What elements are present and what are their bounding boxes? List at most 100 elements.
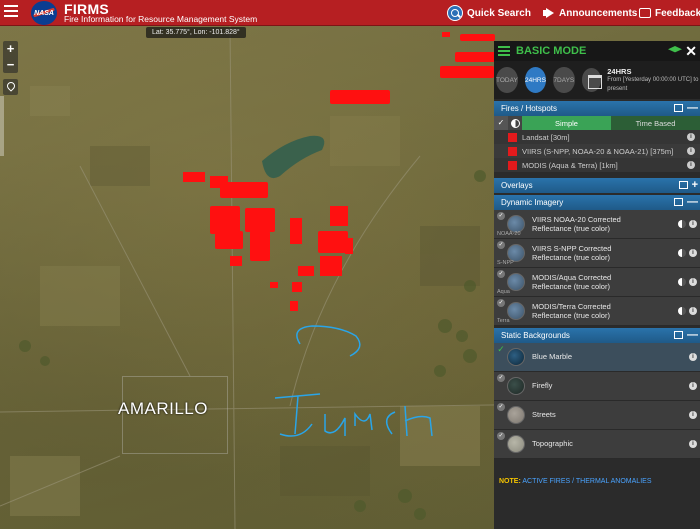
selected-check-icon[interactable]: ✓ bbox=[497, 345, 505, 354]
fire-layer-viirs[interactable]: VIIRS (S-NPP, NOAA-20 & NOAA-21) [375m] … bbox=[494, 144, 700, 158]
today-button[interactable]: TODAY bbox=[496, 67, 518, 93]
layer-label: VIIRS S-NPP Corrected Reflectance (true c… bbox=[532, 243, 612, 263]
layer-toggle[interactable]: ✓ bbox=[497, 432, 505, 440]
contrast-icon[interactable] bbox=[508, 116, 522, 130]
close-icon[interactable]: ✕ bbox=[685, 43, 697, 60]
opacity-icon[interactable] bbox=[678, 278, 686, 286]
fire-swatch bbox=[508, 146, 517, 156]
collapse-icon[interactable]: — bbox=[687, 102, 698, 114]
globe-icon bbox=[507, 377, 525, 395]
megaphone-icon bbox=[543, 8, 555, 18]
note-label: NOTE: bbox=[499, 478, 521, 485]
dynamic-layer-list: ✓ VIIRS NOAA-20 Corrected Reflectance (tr… bbox=[494, 210, 700, 326]
layer-toggle[interactable]: ✓ bbox=[497, 374, 505, 382]
fire-layer-label: VIIRS (S-NPP, NOAA-20 & NOAA-21) [375m] bbox=[522, 146, 674, 156]
dynamic-layer-viirs-noaa20[interactable]: ✓ VIIRS NOAA-20 Corrected Reflectance (tr… bbox=[494, 210, 700, 239]
location-icon[interactable] bbox=[3, 79, 18, 95]
static-layer-list: ✓ Blue Marble i ✓ Firefly i ✓ Streets i … bbox=[494, 343, 700, 459]
note-footer: NOTE: ACTIVE FIRES / THERMAL ANOMALIES bbox=[499, 478, 652, 485]
zoom-out-button[interactable]: − bbox=[3, 57, 18, 73]
mode-bar: BASIC MODE ✕ bbox=[494, 41, 700, 61]
fire-layer-list: Landsat [30m] i VIIRS (S-NPP, NOAA-20 & … bbox=[494, 130, 700, 172]
layer-toggle[interactable]: ✓ bbox=[497, 212, 505, 220]
static-layer-firefly[interactable]: ✓ Firefly i bbox=[494, 372, 700, 401]
map-scroll-handle[interactable] bbox=[0, 96, 4, 156]
fire-mode-toggle: ✓ Simple Time Based bbox=[494, 116, 700, 130]
quick-search-button[interactable]: Quick Search bbox=[447, 4, 531, 22]
check-all-icon[interactable]: ✓ bbox=[494, 116, 508, 130]
announcements-label: Announcements bbox=[559, 7, 638, 19]
info-icon[interactable]: i bbox=[687, 161, 695, 169]
info-icon[interactable]: i bbox=[689, 353, 697, 361]
fires-header-label: Fires / Hotspots bbox=[501, 104, 558, 113]
info-icon[interactable]: i bbox=[689, 440, 697, 448]
fire-layer-landsat[interactable]: Landsat [30m] i bbox=[494, 130, 700, 144]
overlays-section-header[interactable]: Overlays + bbox=[494, 178, 700, 193]
dynamic-layer-viirs-snpp[interactable]: ✓ VIIRS S-NPP Corrected Reflectance (true… bbox=[494, 239, 700, 268]
opacity-icon[interactable] bbox=[678, 220, 686, 228]
calendar-icon[interactable] bbox=[581, 68, 602, 92]
zoom-control: + − bbox=[3, 41, 18, 73]
layers-icon[interactable] bbox=[674, 331, 683, 339]
dynamic-section-header[interactable]: Dynamic Imagery — bbox=[494, 195, 700, 210]
graduation-cap-icon[interactable] bbox=[668, 46, 682, 53]
layers-icon[interactable] bbox=[674, 198, 683, 206]
time-range-info: 24HRS From [Yesterday 00:00:00 UTC] to p… bbox=[607, 67, 700, 94]
layer-label: Firefly bbox=[532, 381, 553, 391]
info-icon[interactable]: i bbox=[687, 147, 695, 155]
opacity-icon[interactable] bbox=[678, 307, 686, 315]
layer-toggle[interactable]: ✓ bbox=[497, 299, 505, 307]
feedback-button[interactable]: Feedback bbox=[639, 4, 700, 22]
time-based-mode-tab[interactable]: Time Based bbox=[611, 116, 700, 130]
static-layer-blue-marble[interactable]: ✓ Blue Marble i bbox=[494, 343, 700, 372]
layer-label: Topographic bbox=[532, 439, 573, 449]
zoom-in-button[interactable]: + bbox=[3, 41, 18, 57]
simple-mode-tab[interactable]: Simple bbox=[522, 116, 611, 130]
layer-sub-label: NOAA-20 bbox=[497, 231, 521, 237]
collapse-icon[interactable]: — bbox=[687, 329, 698, 341]
dynamic-layer-modis-aqua[interactable]: ✓ MODIS/Aqua Corrected Reflectance (true … bbox=[494, 268, 700, 297]
nasa-logo[interactable]: NASA bbox=[31, 1, 57, 25]
info-icon[interactable]: i bbox=[689, 411, 697, 419]
static-layer-topographic[interactable]: ✓ Topographic i bbox=[494, 430, 700, 459]
note-link[interactable]: ACTIVE FIRES / THERMAL ANOMALIES bbox=[522, 478, 651, 485]
coordinates-readout: Lat: 35.775°, Lon: -101.828° bbox=[146, 27, 246, 38]
mode-title: BASIC MODE bbox=[516, 45, 587, 57]
time-range-title: 24HRS bbox=[607, 66, 632, 76]
handwritten-annotation bbox=[274, 325, 433, 437]
info-icon[interactable]: i bbox=[689, 382, 697, 390]
layer-toggle[interactable]: ✓ bbox=[497, 403, 505, 411]
info-icon[interactable]: i bbox=[687, 133, 695, 141]
globe-icon bbox=[507, 348, 525, 366]
collapse-icon[interactable]: — bbox=[687, 196, 698, 208]
info-icon[interactable]: i bbox=[689, 249, 697, 257]
static-section-header[interactable]: Static Backgrounds — bbox=[494, 328, 700, 343]
info-icon[interactable]: i bbox=[689, 307, 697, 315]
layers-icon[interactable] bbox=[674, 104, 683, 112]
expand-icon[interactable]: + bbox=[692, 179, 698, 191]
static-layer-streets[interactable]: ✓ Streets i bbox=[494, 401, 700, 430]
announcements-button[interactable]: Announcements bbox=[543, 4, 637, 22]
opacity-icon[interactable] bbox=[678, 249, 686, 257]
layer-label: MODIS/Aqua Corrected Reflectance (true co… bbox=[532, 272, 612, 292]
info-icon[interactable]: i bbox=[689, 278, 697, 286]
fire-layer-modis[interactable]: MODIS (Aqua & Terra) [1km] i bbox=[494, 158, 700, 172]
nasa-logo-text: NASA bbox=[34, 9, 54, 17]
time-range-selector: TODAY 24HRS 7DAYS 24HRS From [Yesterday … bbox=[494, 61, 700, 99]
24hrs-button[interactable]: 24HRS bbox=[524, 67, 547, 93]
menu-icon[interactable] bbox=[4, 5, 18, 19]
layers-icon[interactable] bbox=[678, 181, 688, 189]
7days-button[interactable]: 7DAYS bbox=[553, 67, 575, 93]
globe-icon bbox=[507, 406, 525, 424]
layer-panel: BASIC MODE ✕ TODAY 24HRS 7DAYS 24HRS Fro… bbox=[494, 41, 700, 529]
city-label: AMARILLO bbox=[118, 399, 208, 418]
feedback-label: Feedback bbox=[655, 7, 700, 19]
layer-sub-label: S-NPP bbox=[497, 260, 514, 266]
fires-section-header[interactable]: Fires / Hotspots — bbox=[494, 101, 700, 116]
panel-menu-icon[interactable] bbox=[498, 46, 510, 56]
layer-toggle[interactable]: ✓ bbox=[497, 241, 505, 249]
app-subtitle: Fire Information for Resource Management… bbox=[64, 14, 258, 24]
dynamic-layer-modis-terra[interactable]: ✓ MODIS/Terra Corrected Reflectance (true… bbox=[494, 297, 700, 326]
info-icon[interactable]: i bbox=[689, 220, 697, 228]
layer-toggle[interactable]: ✓ bbox=[497, 270, 505, 278]
